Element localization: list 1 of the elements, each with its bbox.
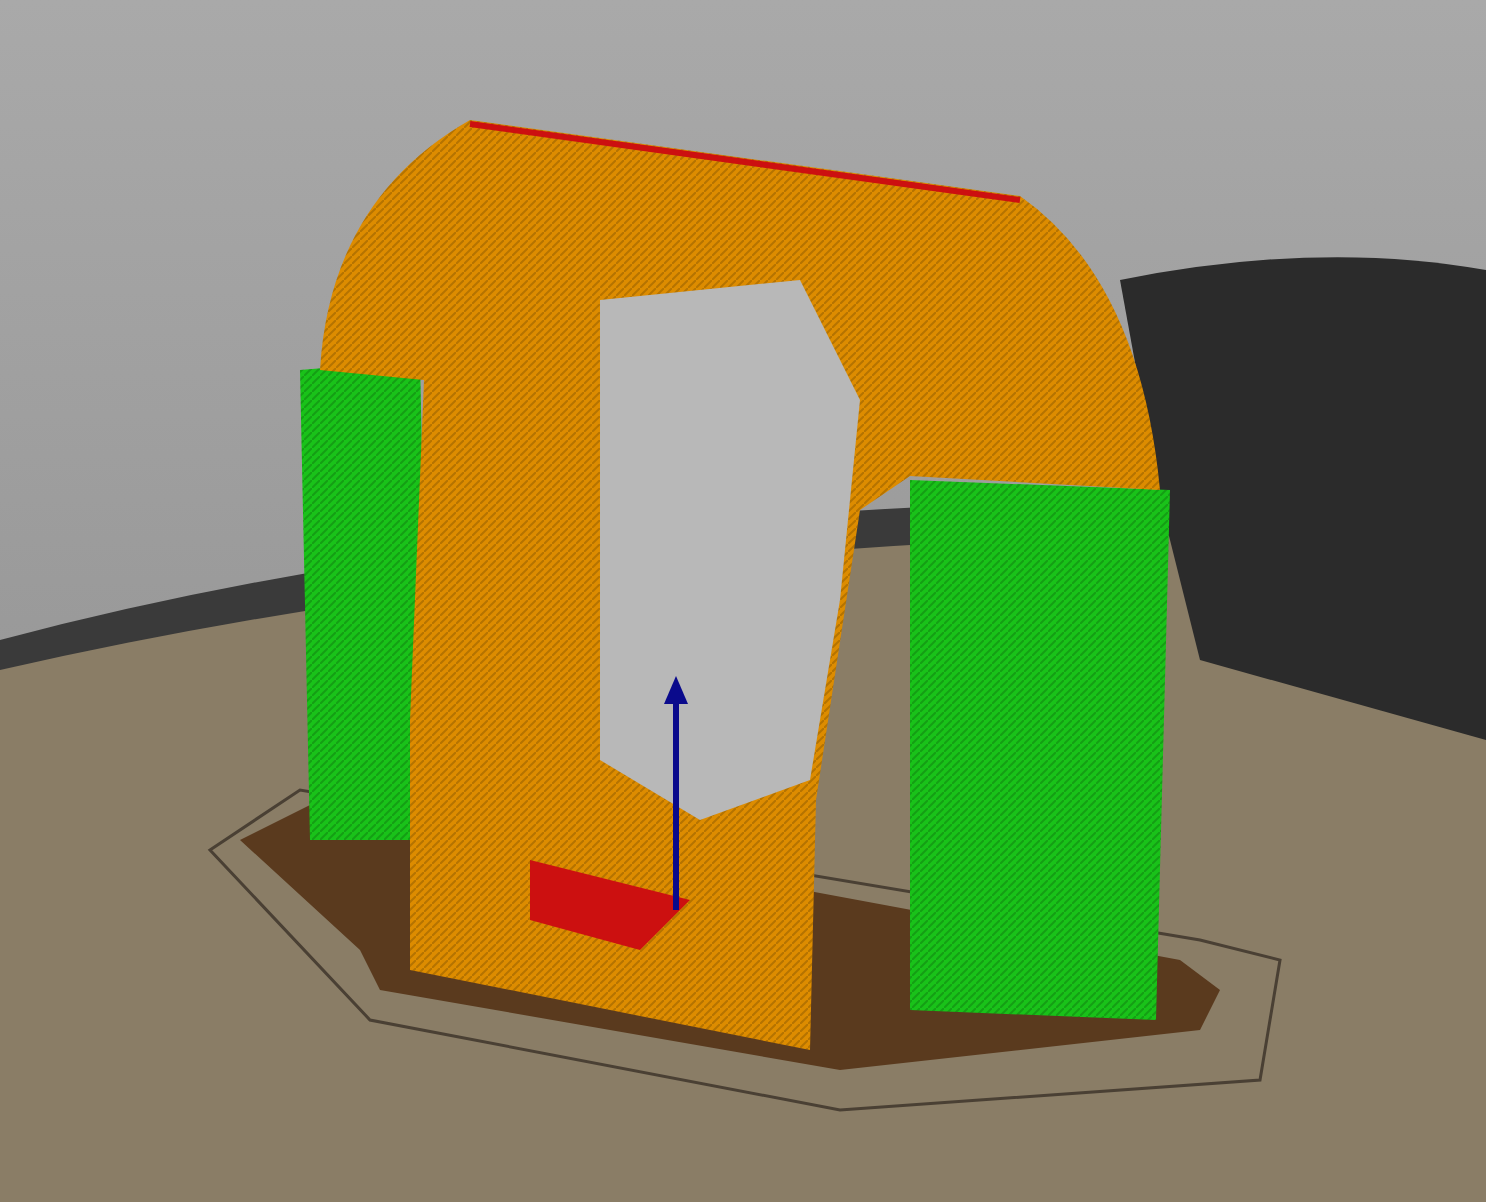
axis-arrow-icon [664, 676, 688, 910]
